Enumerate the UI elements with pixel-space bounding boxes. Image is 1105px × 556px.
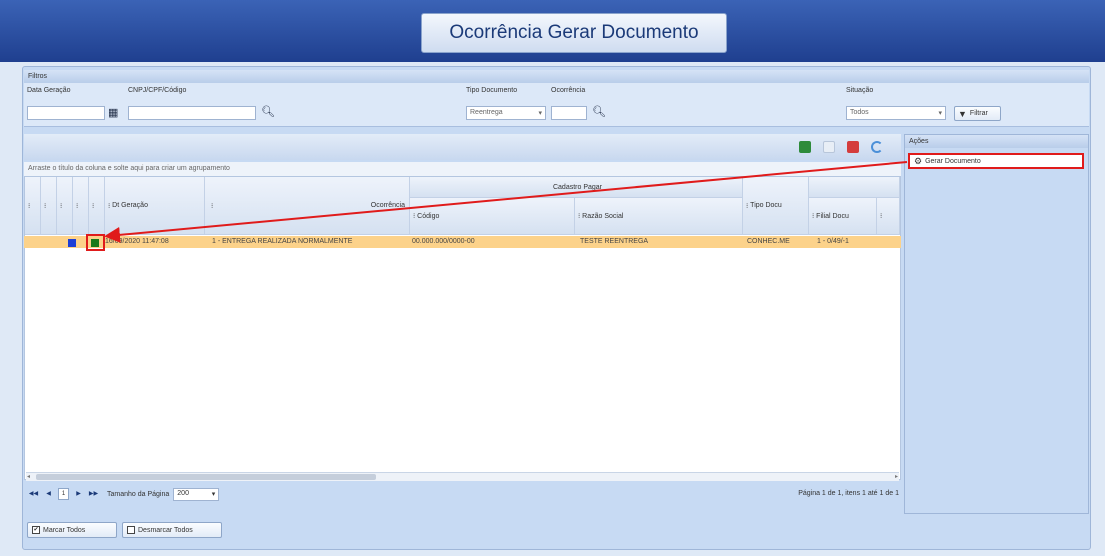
filter-icon: ▼ <box>958 108 967 119</box>
page-size-label: Tamanho da Página <box>107 490 170 498</box>
column-header-dt-geracao[interactable]: ⁝ Dt Geração <box>105 177 205 235</box>
column-header-ocorrencia[interactable]: ⁝ Ocorrência <box>205 177 410 235</box>
calendar-icon[interactable]: ▦ <box>108 106 118 120</box>
flag-icon[interactable] <box>847 141 859 153</box>
column-header-tipo-doc[interactable]: ⁝ Tipo Docu <box>743 177 809 235</box>
prev-page-icon[interactable]: ◀ <box>43 489 54 500</box>
refresh-icon[interactable] <box>871 141 883 153</box>
table-row[interactable]: 16/09/2020 11:47:08 1 - ENTREGA REALIZAD… <box>24 236 901 248</box>
scroll-right-icon[interactable]: ▸ <box>895 473 898 480</box>
empty-box-icon <box>127 526 135 534</box>
acoes-panel <box>904 134 1089 514</box>
column-header-filial-doc-label: Filial Docu <box>816 212 849 220</box>
filtrar-button-label: Filtrar <box>969 110 988 117</box>
chevron-down-icon: ▾ <box>211 490 216 498</box>
marcar-todos-label: Marcar Todos <box>43 526 86 534</box>
document-icon[interactable] <box>823 141 835 153</box>
data-geracao-input[interactable] <box>27 106 105 120</box>
column-header-filial-doc[interactable]: ⁝ Filial Docu <box>809 198 877 235</box>
column-header-ocorrencia-label: Ocorrência <box>370 202 405 209</box>
cell-filial-doc: 1 - 0/49/-1 <box>817 238 849 245</box>
column-handle[interactable]: ⁝ <box>89 177 105 235</box>
tipo-documento-label: Tipo Documento <box>466 87 518 94</box>
cell-razao-social: TESTE REENTREGA <box>580 238 649 245</box>
column-header-razao-social[interactable]: ⁝ Razão Social <box>575 198 743 235</box>
column-handle[interactable]: ⁝ <box>41 177 57 235</box>
gerar-documento-label: Gerar Documento <box>925 157 981 165</box>
data-geracao-label: Data Geração <box>27 87 71 94</box>
tipo-documento-select[interactable]: Reentrega ▾ <box>466 106 546 120</box>
last-page-icon[interactable]: ▶▶ <box>88 489 99 500</box>
cell-dt-geracao: 16/09/2020 11:47:08 <box>105 238 169 245</box>
acoes-header: Ações <box>905 135 1088 148</box>
scroll-left-icon[interactable]: ◂ <box>27 473 30 480</box>
filtrar-button[interactable]: ▼ Filtrar <box>954 106 1001 121</box>
scrollbar-thumb[interactable] <box>36 474 376 480</box>
column-group-filler <box>809 177 900 198</box>
pager-info: Página 1 de 1, itens 1 até 1 de 1 <box>798 490 899 497</box>
page-size-value: 200 <box>177 489 189 497</box>
column-header-tipo-doc-label: Tipo Docu <box>750 202 782 209</box>
pager: ◀◀ ◀ 1 ▶ ▶▶ Tamanho da Página 200 ▾ Pági… <box>24 484 901 504</box>
excel-export-icon[interactable] <box>799 141 811 153</box>
page-title: Ocorrência Gerar Documento <box>421 13 727 53</box>
filters-header: Filtros <box>24 70 1089 83</box>
page-size-select[interactable]: 200 ▾ <box>173 487 220 501</box>
status-square-blue[interactable] <box>68 239 76 247</box>
situacao-value: Todos <box>850 109 869 116</box>
grid-toolbar <box>24 134 901 160</box>
gerar-documento-button[interactable]: ⚙ Gerar Documento <box>908 153 1084 169</box>
group-by-hint: Arraste o título da coluna e solte aqui … <box>24 162 901 176</box>
column-header-razao-social-label: Razão Social <box>582 212 624 220</box>
cnpj-label: CNPJ/CPF/Código <box>128 87 187 94</box>
column-handle[interactable]: ⁝ <box>877 198 900 235</box>
search-icon[interactable]: 🔍︎ <box>261 105 275 119</box>
column-header-dt-geracao-label: Dt Geração <box>112 202 148 209</box>
next-page-icon[interactable]: ▶ <box>73 489 84 500</box>
horizontal-scrollbar[interactable]: ◂ ▸ <box>26 472 899 481</box>
situacao-label: Situação <box>846 87 874 94</box>
desmarcar-todos-button[interactable]: Desmarcar Todos <box>122 522 222 538</box>
column-header-codigo-label: Código <box>417 212 440 220</box>
tipo-documento-value: Reentrega <box>470 109 503 116</box>
highlight-box <box>86 234 105 251</box>
column-handle[interactable]: ⁝ <box>73 177 89 235</box>
gears-icon: ⚙ <box>914 155 923 166</box>
first-page-icon[interactable]: ◀◀ <box>28 489 39 500</box>
current-page[interactable]: 1 <box>58 488 69 500</box>
chevron-down-icon: ▾ <box>538 110 542 117</box>
column-handle[interactable]: ⁝ <box>25 177 41 235</box>
ocorrencia-input[interactable] <box>551 106 587 120</box>
cell-codigo: 00.000.000/0000-00 <box>412 238 475 245</box>
ocorrencia-label: Ocorrência <box>551 87 586 94</box>
desmarcar-todos-label: Desmarcar Todos <box>138 526 193 534</box>
marcar-todos-button[interactable]: ✔ Marcar Todos <box>27 522 117 538</box>
column-group-cadastro-pagar: Cadastro Pagar <box>410 177 743 198</box>
checked-box-icon: ✔ <box>32 526 40 534</box>
situacao-select[interactable]: Todos ▾ <box>846 106 946 120</box>
cnpj-input[interactable] <box>128 106 256 120</box>
chevron-down-icon: ▾ <box>938 110 942 117</box>
cell-tipo-doc: CONHEC.ME <box>747 238 790 245</box>
column-handle-icon: ⁝ <box>211 202 214 210</box>
column-handle[interactable]: ⁝ <box>57 177 73 235</box>
search-icon[interactable]: 🔍︎ <box>592 105 606 119</box>
cell-ocorrencia: 1 - ENTREGA REALIZADA NORMALMENTE <box>212 238 353 245</box>
column-header-codigo[interactable]: ⁝ Código <box>410 198 575 235</box>
